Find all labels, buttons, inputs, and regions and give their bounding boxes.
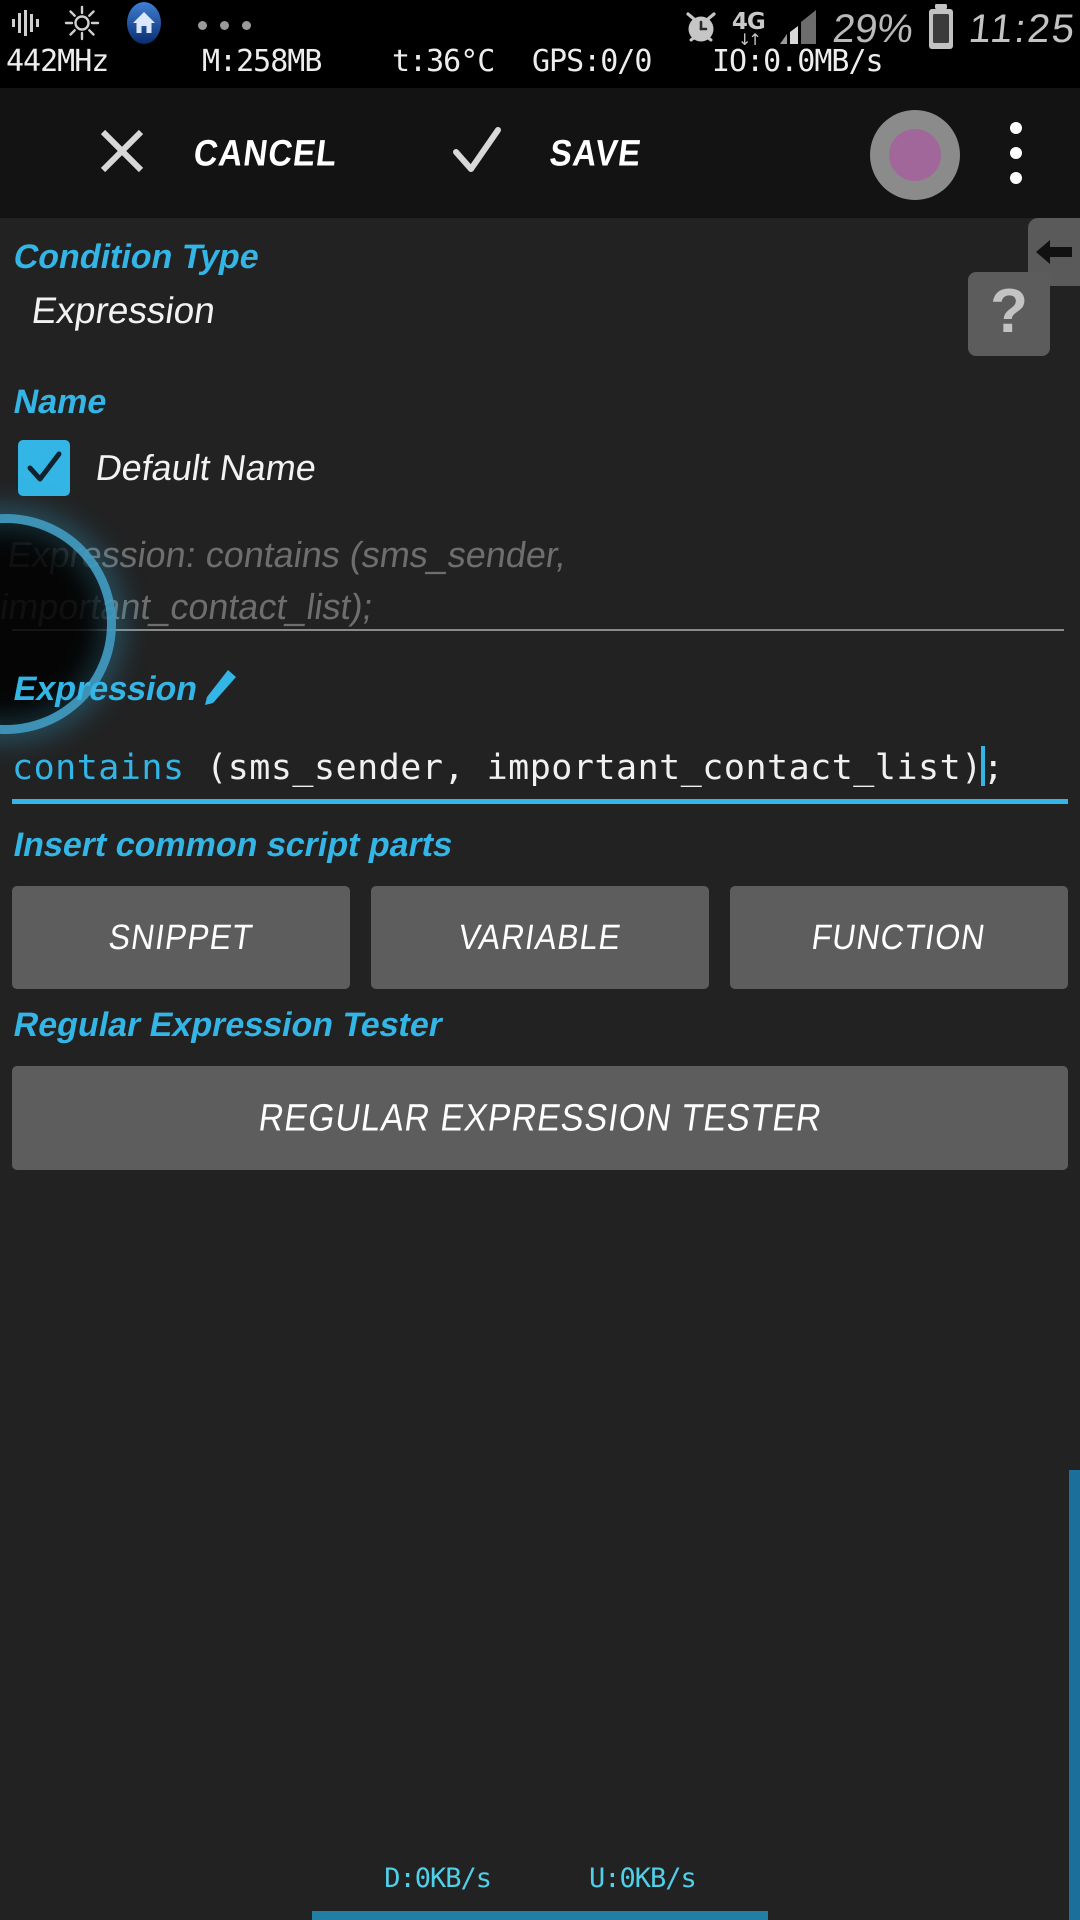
status-bar-stats: 442MHz M:258MB t:36°C GPS:0/0 IO:0.0MB/s — [6, 44, 1080, 79]
snippet-button-label: SNIPPET — [106, 917, 256, 957]
overflow-dot-1 — [1010, 122, 1022, 134]
more-dots-icon — [198, 20, 251, 30]
default-name-checkbox[interactable] — [18, 440, 70, 496]
home-badge-icon — [122, 1, 166, 49]
pencil-icon[interactable] — [197, 666, 241, 710]
expression-label: Expression — [10, 670, 202, 708]
expression-terminator-token: ; — [982, 748, 1005, 788]
vertical-scrollbar[interactable] — [1069, 1470, 1080, 1920]
memory-stat: M:258MB — [202, 44, 322, 79]
cancel-button-label: CANCEL — [191, 131, 341, 174]
expression-args-token: (sms_sender, important_contact_list) — [184, 748, 983, 788]
overflow-dot-3 — [1010, 172, 1022, 184]
navigation-hint-bar — [312, 1911, 768, 1920]
save-button-label: SAVE — [547, 131, 645, 174]
check-icon — [450, 124, 504, 182]
avatar-inner-dot — [889, 129, 941, 181]
help-button-label: ? — [990, 277, 1028, 346]
function-button-label: FUNCTION — [809, 917, 989, 957]
expression-input[interactable]: contains (sms_sender, important_contact_… — [12, 738, 1068, 804]
name-label: Name — [10, 383, 111, 421]
overflow-dot-2 — [1010, 147, 1022, 159]
cancel-button[interactable]: CANCEL — [96, 88, 341, 218]
regex-tester-button-label: REGULAR EXPRESSION TESTER — [255, 1096, 825, 1139]
help-button[interactable]: ? — [968, 272, 1050, 356]
condition-type-label: Condition Type — [10, 238, 263, 276]
cpu-stat: 442MHz — [6, 44, 109, 79]
expression-function-token: contains — [12, 748, 185, 788]
overflow-menu-icon[interactable] — [988, 88, 1044, 218]
gps-stat: GPS:0/0 — [532, 44, 652, 79]
avatar[interactable] — [870, 110, 960, 200]
io-stat: IO:0.0MB/s — [712, 44, 884, 79]
close-icon — [96, 125, 148, 181]
brightness-icon — [64, 5, 100, 45]
upload-speed-label: U:0KB/s — [589, 1863, 697, 1894]
network-speed-bar: D:0KB/s U:0KB/s — [0, 1863, 1080, 1894]
expression-code: contains (sms_sender, important_contact_… — [12, 746, 1005, 788]
function-button[interactable]: FUNCTION — [730, 886, 1068, 989]
equalizer-icon — [8, 6, 42, 44]
regex-tester-button[interactable]: REGULAR EXPRESSION TESTER — [12, 1066, 1068, 1170]
status-bar-left-icons — [8, 2, 251, 48]
name-input-hint: Expression: contains (sms_sender, import… — [0, 534, 570, 627]
status-bar: 4G ↓↑ 29% 11:25 442MHz M:258MB t:36°C GP… — [0, 0, 1080, 88]
network-type-indicator: 4G ↓↑ — [732, 10, 766, 48]
variable-button[interactable]: VARIABLE — [371, 886, 709, 989]
insert-script-parts-label: Insert common script parts — [10, 826, 457, 864]
download-speed-label: D:0KB/s — [384, 1863, 492, 1894]
insert-buttons-row: SNIPPET VARIABLE FUNCTION — [12, 886, 1068, 989]
settings-content: Condition Type Expression ? Name Default… — [0, 218, 1080, 1920]
default-name-checkbox-row[interactable]: Default Name — [18, 440, 320, 496]
regex-tester-label: Regular Expression Tester — [10, 1006, 447, 1044]
temperature-stat: t:36°C — [392, 44, 495, 79]
save-button[interactable]: SAVE — [450, 88, 645, 218]
variable-button-label: VARIABLE — [456, 917, 624, 957]
condition-type-value[interactable]: Expression — [29, 290, 218, 332]
app-toolbar: CANCEL SAVE — [0, 88, 1080, 218]
name-input[interactable]: Expression: contains (sms_sender, import… — [0, 526, 1064, 631]
snippet-button[interactable]: SNIPPET — [12, 886, 350, 989]
default-name-label: Default Name — [93, 447, 320, 488]
